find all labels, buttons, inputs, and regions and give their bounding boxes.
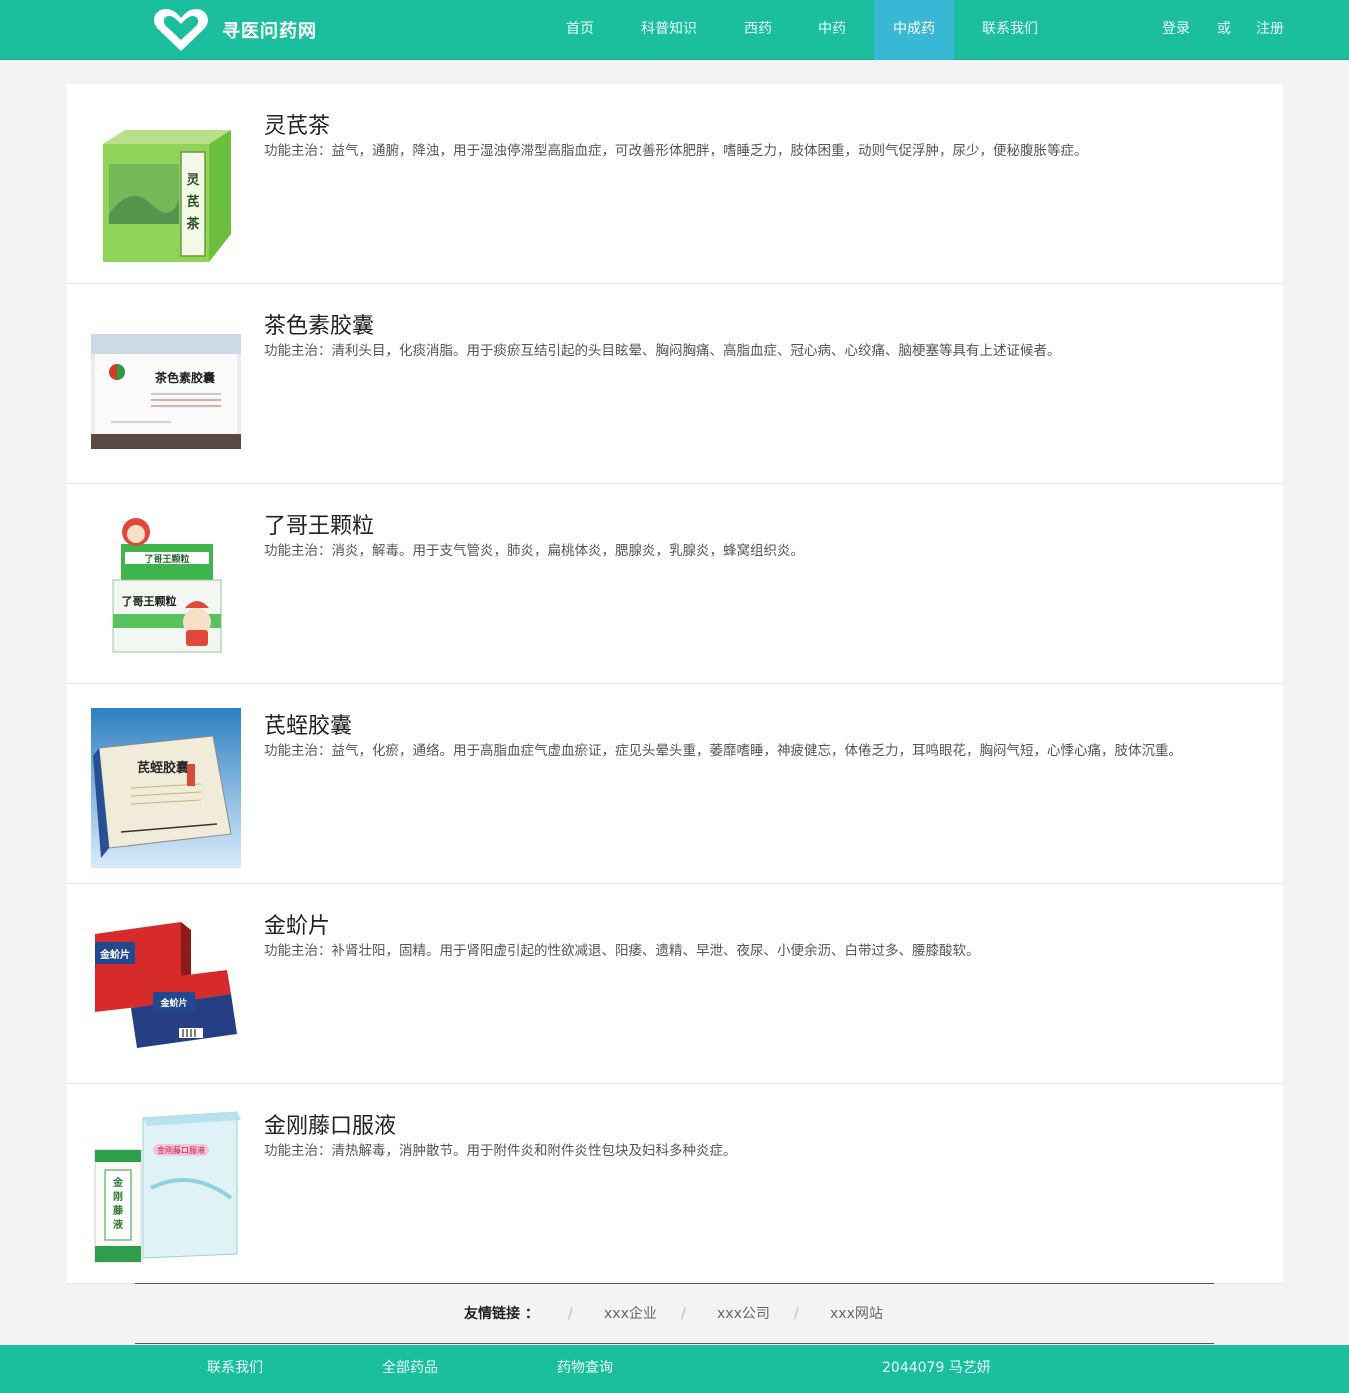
friend-links-title: 友情链接 ： <box>464 1306 539 1322</box>
medicine-name[interactable]: 芪蛭胶囊 <box>264 708 352 740</box>
login-link[interactable]: 登录 <box>1162 0 1190 60</box>
svg-text:金蚧片: 金蚧片 <box>159 997 187 1009</box>
list-item[interactable]: 金刚藤口服液 金 刚 藤 液 金刚藤口服液 功能主治：清热解毒，消肿散节。用于附… <box>67 1084 1283 1284</box>
svg-text:灵: 灵 <box>186 173 200 188</box>
svg-text:藤: 藤 <box>113 1204 124 1217</box>
link-separator: / <box>568 1306 573 1322</box>
register-link[interactable]: 注册 <box>1256 0 1284 60</box>
medicine-name[interactable]: 茶色素胶囊 <box>264 308 374 340</box>
nav-contact[interactable]: 联系我们 <box>972 0 1048 60</box>
qizhi-capsule-box-image[interactable]: 芪蛭胶囊 <box>91 708 241 868</box>
list-item[interactable]: 金蚧片 金蚧片 金蚧片 功能主治：补肾壮阳，固精。用于肾阳虚引起的性欲减退、阳痿… <box>67 884 1283 1084</box>
svg-text:了哥王颗粒: 了哥王颗粒 <box>122 594 177 608</box>
friend-link-enterprise[interactable]: xxx企业 <box>604 1300 657 1328</box>
heart-logo-icon <box>154 9 208 51</box>
svg-text:金: 金 <box>112 1176 124 1189</box>
svg-text:茶色素胶囊: 茶色素胶囊 <box>154 370 216 385</box>
medicine-description: 功能主治：消炎，解毒。用于支气管炎，肺炎，扁桃体炎，腮腺炎，乳腺炎，蜂窝组织炎。 <box>264 543 804 559</box>
svg-text:茶: 茶 <box>186 216 200 232</box>
footer-drug-search-link[interactable]: 药物查询 <box>557 1345 613 1393</box>
nav-patent-medicine[interactable]: 中成药 <box>874 0 954 60</box>
nav-western-medicine[interactable]: 西药 <box>733 0 783 60</box>
list-item[interactable]: 灵 芪 茶 灵芪茶 功能主治：益气，通腑，降浊，用于湿浊停滞型高脂血症，可改善形… <box>67 84 1283 284</box>
footer-contact-link[interactable]: 联系我们 <box>207 1345 263 1393</box>
tea-pigment-capsule-box-image[interactable]: 茶色素胶囊 <box>91 304 241 464</box>
svg-text:芪蛭胶囊: 芪蛭胶囊 <box>137 760 190 776</box>
medicine-name[interactable]: 金刚藤口服液 <box>264 1108 396 1140</box>
jinjie-tablet-box-image[interactable]: 金蚧片 金蚧片 <box>91 912 241 1072</box>
nav-chinese-medicine[interactable]: 中药 <box>807 0 857 60</box>
svg-text:液: 液 <box>113 1218 123 1231</box>
jingangteng-oral-liquid-box-image[interactable]: 金刚藤口服液 金 刚 藤 液 <box>91 1108 241 1268</box>
link-separator: / <box>794 1306 799 1322</box>
medicine-name[interactable]: 了哥王颗粒 <box>264 508 374 540</box>
footer-bar: 联系我们 全部药品 药物查询 2044079 马艺妍 <box>0 1345 1349 1393</box>
or-text: 或 <box>1217 21 1231 37</box>
medicine-description: 功能主治：益气，化瘀，通络。用于高脂血症气虚血瘀证，症见头晕头重，萎靡嗜睡，神疲… <box>264 743 1182 759</box>
site-name: 寻医问药网 <box>222 21 317 42</box>
top-navbar: 寻医问药网 首页 科普知识 西药 中药 中成药 联系我们 登录 或 注册 <box>0 0 1349 60</box>
link-separator: / <box>681 1306 686 1322</box>
medicine-description: 功能主治：益气，通腑，降浊，用于湿浊停滞型高脂血症，可改善形体肥胖，嗜睡乏力，肢… <box>264 143 1088 159</box>
divider-bottom <box>135 1343 1214 1344</box>
list-item[interactable]: 茶色素胶囊 茶色素胶囊 功能主治：清利头目，化痰消脂。用于痰瘀互结引起的头目眩晕… <box>67 284 1283 484</box>
list-item[interactable]: 了哥王颗粒 了哥王颗粒 了哥王颗粒 功能主治：消炎，解毒。用于支气管炎，肺炎，扁… <box>67 484 1283 684</box>
svg-text:金刚藤口服液: 金刚藤口服液 <box>157 1145 205 1155</box>
svg-text:了哥王颗粒: 了哥王颗粒 <box>144 553 189 565</box>
medicine-name[interactable]: 金蚧片 <box>264 908 330 940</box>
svg-text:芪: 芪 <box>186 194 199 210</box>
medicine-name[interactable]: 灵芪茶 <box>264 108 330 140</box>
footer-credit: 2044079 马艺妍 <box>882 1360 991 1376</box>
medicine-description: 功能主治：补肾壮阳，固精。用于肾阳虚引起的性欲减退、阳痿、遗精、早泄、夜尿、小便… <box>264 943 980 959</box>
footer-all-medicines-link[interactable]: 全部药品 <box>382 1345 438 1393</box>
divider-top <box>135 1283 1214 1284</box>
svg-text:刚: 刚 <box>113 1190 123 1203</box>
nav-home[interactable]: 首页 <box>555 0 605 60</box>
medicine-description: 功能主治：清利头目，化痰消脂。用于痰瘀互结引起的头目眩晕、胸闷胸痛、高脂血症、冠… <box>264 343 1061 359</box>
medicine-list: 灵 芪 茶 灵芪茶 功能主治：益气，通腑，降浊，用于湿浊停滞型高脂血症，可改善形… <box>67 84 1283 1284</box>
liaogewang-granule-box-image[interactable]: 了哥王颗粒 了哥王颗粒 <box>91 504 241 664</box>
friend-link-company[interactable]: xxx公司 <box>717 1300 770 1328</box>
svg-text:金蚧片: 金蚧片 <box>99 948 130 961</box>
nav-science[interactable]: 科普知识 <box>632 0 706 60</box>
medicine-description: 功能主治：清热解毒，消肿散节。用于附件炎和附件炎性包块及妇科多种炎症。 <box>264 1143 737 1159</box>
friend-link-website[interactable]: xxx网站 <box>830 1300 883 1328</box>
lingqi-tea-box-image[interactable]: 灵 芪 茶 <box>91 104 241 264</box>
list-item[interactable]: 芪蛭胶囊 芪蛭胶囊 功能主治：益气，化瘀，通络。用于高脂血症气虚血瘀证，症见头晕… <box>67 684 1283 884</box>
site-logo[interactable]: 寻医问药网 <box>152 7 317 53</box>
